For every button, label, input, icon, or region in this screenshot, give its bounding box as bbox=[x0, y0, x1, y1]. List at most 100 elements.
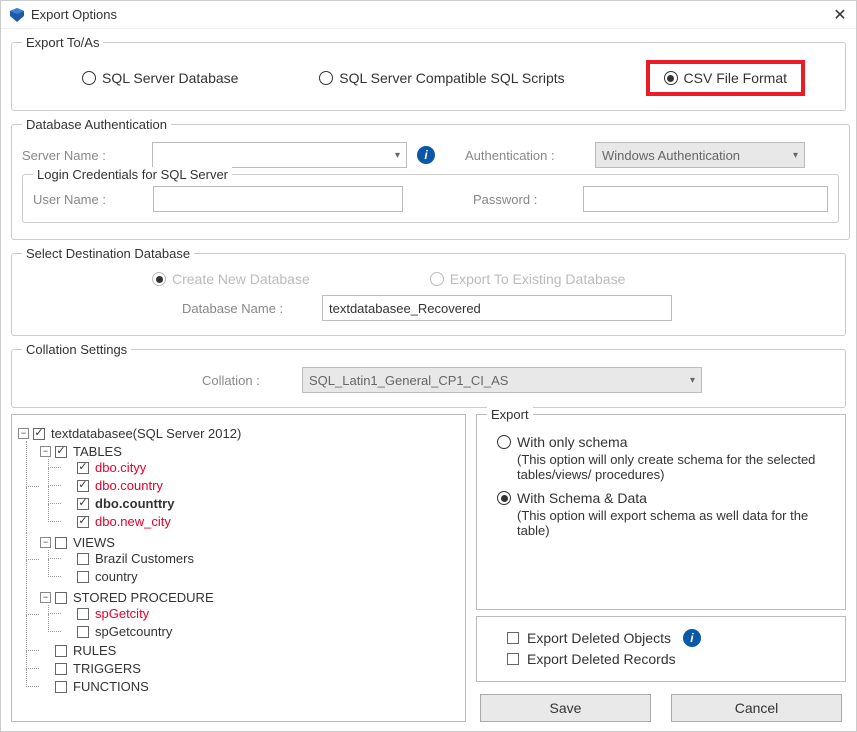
authentication-value: Windows Authentication bbox=[602, 148, 740, 163]
username-label: User Name : bbox=[33, 192, 143, 207]
export-options-legend: Export bbox=[487, 407, 533, 422]
export-to-as-legend: Export To/As bbox=[22, 35, 103, 50]
tree-node-table[interactable]: dbo.counttry bbox=[62, 496, 174, 511]
checkbox[interactable] bbox=[77, 498, 89, 510]
database-authentication-group: Database Authentication Server Name : ▾ … bbox=[11, 117, 850, 240]
checkbox[interactable] bbox=[77, 626, 89, 638]
checkbox[interactable] bbox=[55, 537, 67, 549]
checkbox[interactable] bbox=[55, 663, 67, 675]
tree-label: dbo.counttry bbox=[93, 496, 174, 511]
tree-node-view[interactable]: country bbox=[62, 569, 138, 584]
checkbox[interactable] bbox=[77, 553, 89, 565]
tree-label: RULES bbox=[71, 643, 116, 658]
radio-schema-only[interactable]: With only schema bbox=[497, 434, 835, 450]
checkbox-export-deleted-records[interactable]: Export Deleted Records bbox=[507, 651, 835, 667]
checkbox[interactable] bbox=[77, 516, 89, 528]
cancel-button[interactable]: Cancel bbox=[671, 694, 842, 722]
checkbox[interactable] bbox=[507, 632, 519, 644]
right-column: Export With only schema (This option wil… bbox=[476, 414, 846, 722]
radio-csv-file-format[interactable]: CSV File Format bbox=[646, 60, 805, 96]
save-button[interactable]: Save bbox=[480, 694, 651, 722]
radio-label: Export To Existing Database bbox=[450, 271, 626, 287]
tree-node-table[interactable]: dbo.cityy bbox=[62, 460, 146, 475]
radio-create-database: Create New Database bbox=[152, 271, 310, 287]
info-icon[interactable]: i bbox=[417, 146, 435, 164]
checkbox[interactable] bbox=[55, 592, 67, 604]
close-icon[interactable]: ✕ bbox=[832, 5, 848, 25]
password-field[interactable] bbox=[583, 186, 828, 212]
radio-label: SQL Server Compatible SQL Scripts bbox=[339, 70, 564, 86]
tree-node-tables[interactable]: − TABLES bbox=[40, 444, 122, 459]
tree-node-stored-procedures[interactable]: − STORED PROCEDURE bbox=[40, 590, 214, 605]
tree-node-functions[interactable]: FUNCTIONS bbox=[40, 679, 149, 694]
schema-only-desc: (This option will only create schema for… bbox=[517, 452, 835, 482]
radio-icon bbox=[664, 71, 678, 85]
checkbox[interactable] bbox=[77, 608, 89, 620]
tree-label: TRIGGERS bbox=[71, 661, 141, 676]
tree-label: spGetcity bbox=[93, 606, 149, 621]
tree-node-table[interactable]: dbo.new_city bbox=[62, 514, 171, 529]
chevron-down-icon: ▾ bbox=[793, 150, 798, 161]
password-label: Password : bbox=[473, 192, 573, 207]
tree-label: dbo.cityy bbox=[93, 460, 146, 475]
radio-schema-and-data[interactable]: With Schema & Data bbox=[497, 490, 835, 506]
tree-node-triggers[interactable]: TRIGGERS bbox=[40, 661, 141, 676]
collapse-icon[interactable]: − bbox=[40, 592, 51, 603]
checkbox[interactable] bbox=[77, 571, 89, 583]
tree-node-sproc[interactable]: spGetcity bbox=[62, 606, 149, 621]
tree-node-sproc[interactable]: spGetcountry bbox=[62, 624, 172, 639]
radio-label: Create New Database bbox=[172, 271, 310, 287]
database-name-value: textdatabasee_Recovered bbox=[329, 301, 481, 316]
checkbox-export-deleted-objects[interactable]: Export Deleted Objects i bbox=[507, 629, 835, 647]
tree-label: TABLES bbox=[71, 444, 122, 459]
radio-sql-server-database[interactable]: SQL Server Database bbox=[82, 60, 238, 96]
checkbox[interactable] bbox=[77, 480, 89, 492]
server-name-label: Server Name : bbox=[22, 148, 142, 163]
radio-icon bbox=[152, 272, 166, 286]
database-authentication-legend: Database Authentication bbox=[22, 117, 171, 132]
export-to-as-group: Export To/As SQL Server Database SQL Ser… bbox=[11, 35, 846, 111]
checkbox[interactable] bbox=[77, 462, 89, 474]
database-name-field[interactable]: textdatabasee_Recovered bbox=[322, 295, 672, 321]
checkbox[interactable] bbox=[55, 446, 67, 458]
radio-label: With only schema bbox=[517, 434, 627, 450]
destination-database-legend: Select Destination Database bbox=[22, 246, 194, 261]
radio-icon bbox=[430, 272, 444, 286]
radio-icon bbox=[82, 71, 96, 85]
server-name-combo[interactable]: ▾ bbox=[152, 142, 407, 168]
info-icon[interactable]: i bbox=[683, 629, 701, 647]
window-title: Export Options bbox=[31, 7, 832, 22]
tree-label: VIEWS bbox=[71, 535, 115, 550]
radio-icon bbox=[497, 491, 511, 505]
app-icon bbox=[9, 7, 25, 23]
deleted-options-group: Export Deleted Objects i Export Deleted … bbox=[476, 616, 846, 682]
collapse-icon[interactable]: − bbox=[40, 446, 51, 457]
radio-sql-scripts[interactable]: SQL Server Compatible SQL Scripts bbox=[319, 60, 564, 96]
authentication-combo[interactable]: Windows Authentication ▾ bbox=[595, 142, 805, 168]
checkbox[interactable] bbox=[507, 653, 519, 665]
tree-label: spGetcountry bbox=[93, 624, 172, 639]
checkbox[interactable] bbox=[33, 428, 45, 440]
tree-node-root[interactable]: − textdatabasee(SQL Server 2012) bbox=[18, 426, 241, 441]
checkbox[interactable] bbox=[55, 645, 67, 657]
collation-combo[interactable]: SQL_Latin1_General_CP1_CI_AS ▾ bbox=[302, 367, 702, 393]
tree-node-view[interactable]: Brazil Customers bbox=[62, 551, 194, 566]
username-field[interactable] bbox=[153, 186, 403, 212]
tree-node-table[interactable]: dbo.country bbox=[62, 478, 163, 493]
radio-icon bbox=[319, 71, 333, 85]
export-options-window: Export Options ✕ Export To/As SQL Server… bbox=[0, 0, 857, 732]
database-name-label: Database Name : bbox=[182, 301, 312, 316]
collapse-icon[interactable]: − bbox=[40, 537, 51, 548]
export-options-group: Export With only schema (This option wil… bbox=[476, 414, 846, 610]
object-tree[interactable]: − textdatabasee(SQL Server 2012) − TABLE… bbox=[11, 414, 466, 722]
login-credentials-group: Login Credentials for SQL Server User Na… bbox=[22, 174, 839, 223]
checkbox[interactable] bbox=[55, 681, 67, 693]
tree-node-rules[interactable]: RULES bbox=[40, 643, 116, 658]
destination-database-group: Select Destination Database Create New D… bbox=[11, 246, 846, 336]
authentication-label: Authentication : bbox=[465, 148, 585, 163]
tree-label: dbo.new_city bbox=[93, 514, 171, 529]
tree-node-views[interactable]: − VIEWS bbox=[40, 535, 115, 550]
collapse-icon[interactable]: − bbox=[18, 428, 29, 439]
bottom-row: − textdatabasee(SQL Server 2012) − TABLE… bbox=[11, 414, 846, 722]
tree-label: country bbox=[93, 569, 138, 584]
